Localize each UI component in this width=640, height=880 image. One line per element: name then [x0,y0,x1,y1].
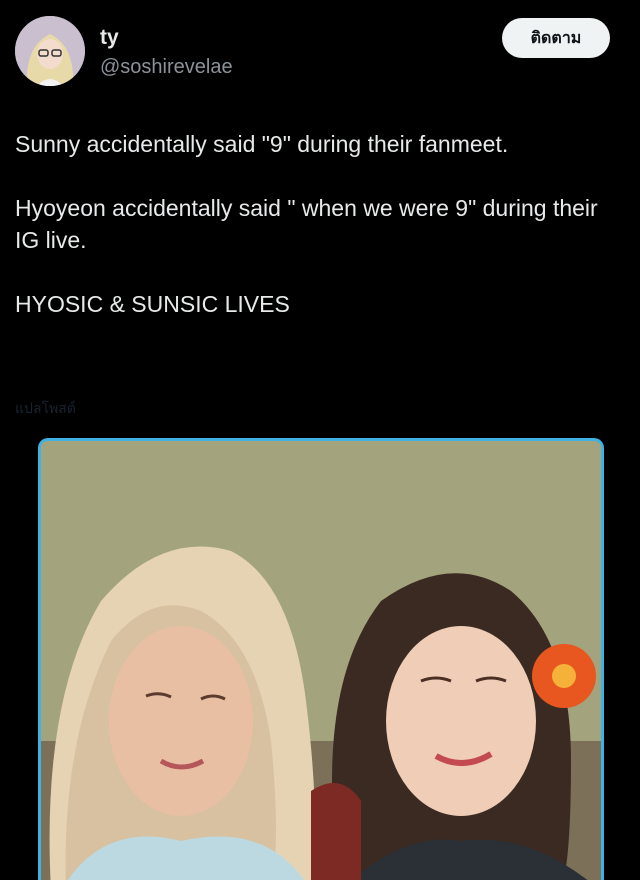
display-name[interactable]: ty [100,26,119,50]
tweet-page: ty @soshirevelae ติดตาม Sunny accidental… [0,0,640,880]
avatar[interactable] [15,16,85,86]
tweet-header: ty @soshirevelae ติดตาม [0,0,640,100]
avatar-image [15,16,85,86]
tweet-paragraph: Sunny accidentally said "9" during their… [15,131,509,157]
tweet-media[interactable] [38,438,604,880]
translate-post-link[interactable]: แปลโพสต์ [15,398,76,420]
user-handle[interactable]: @soshirevelae [100,56,233,79]
follow-button[interactable]: ติดตาม [502,18,610,58]
tweet-paragraph: HYOSIC & SUNSIC LIVES [15,291,290,317]
tweet-paragraph: Hyoyeon accidentally said " when we were… [15,195,598,253]
photo-thumbnail-icon [41,441,601,880]
tweet-body: Sunny accidentally said "9" during their… [15,128,625,320]
